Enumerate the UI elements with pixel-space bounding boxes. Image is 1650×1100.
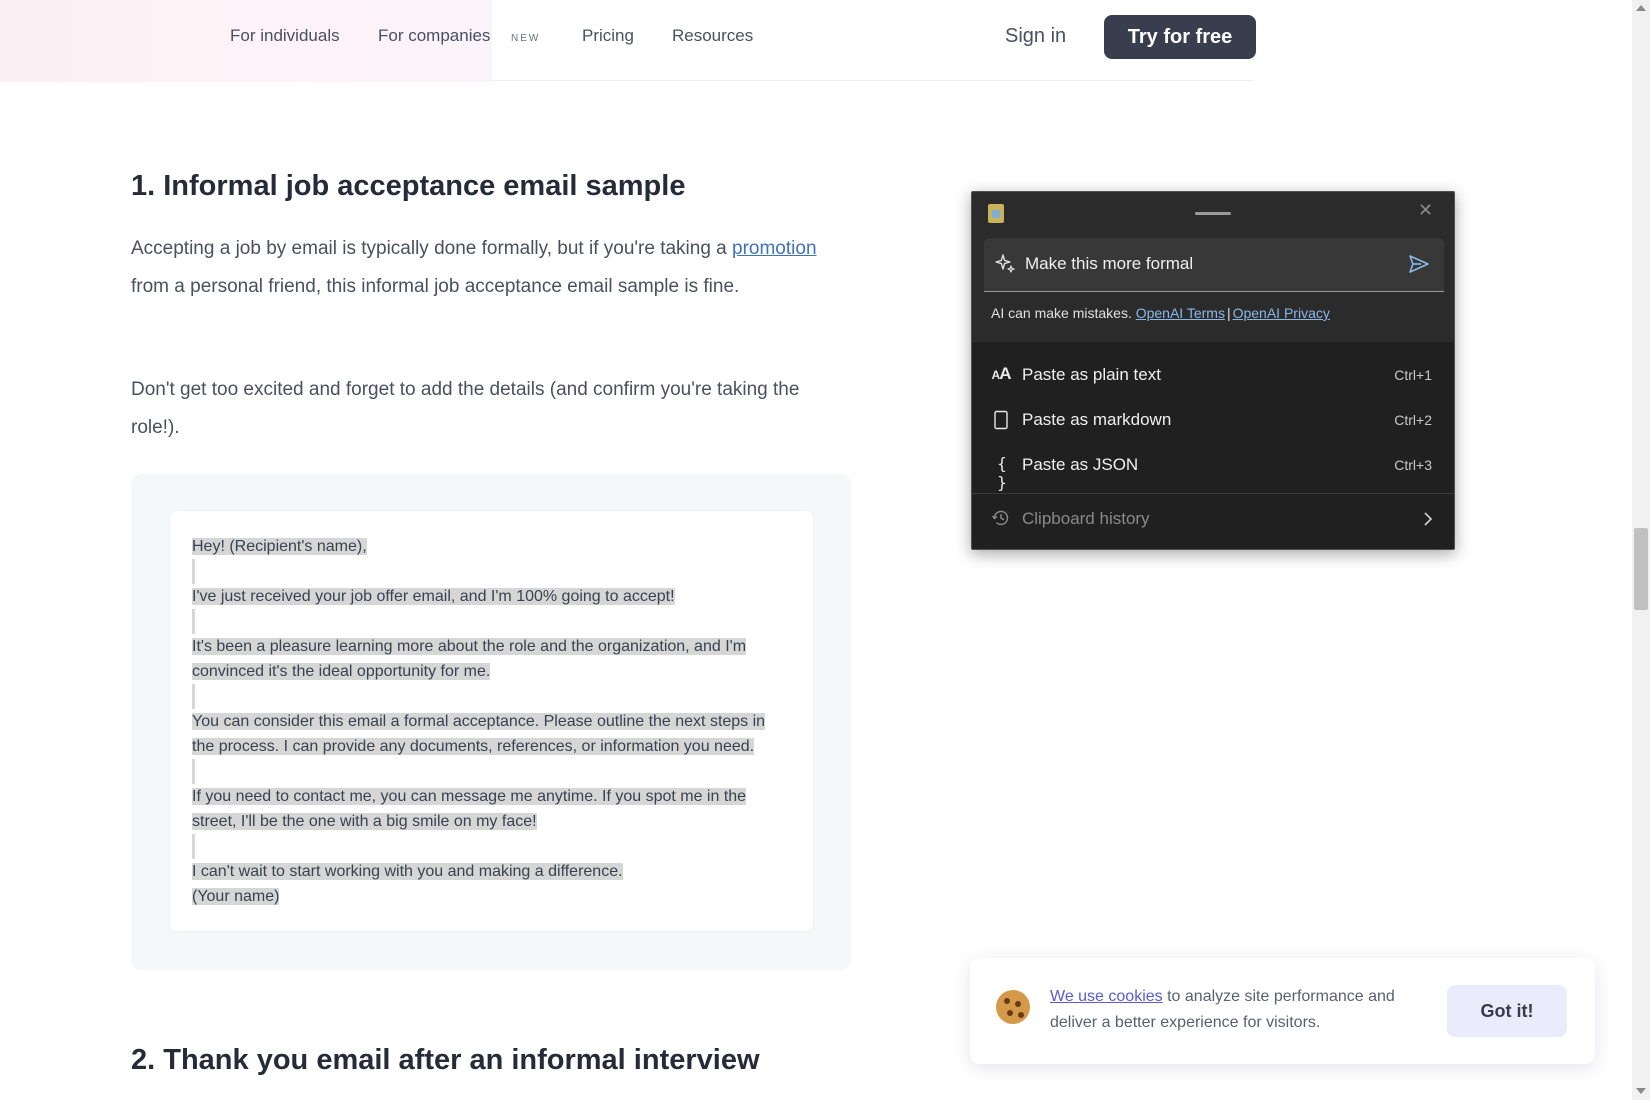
- selection-marker: [192, 684, 195, 709]
- email-sample-line: If you need to contact me, you can messa…: [192, 784, 792, 809]
- email-sample-line: [192, 759, 792, 784]
- link-separator: |: [1226, 305, 1231, 321]
- document-icon: [994, 410, 1008, 430]
- email-sample-line: [192, 559, 792, 584]
- email-sample-text[interactable]: Hey! (Recipient's name), I've just receiv…: [192, 534, 792, 909]
- menu-item-shortcut: Ctrl+3: [1394, 457, 1432, 473]
- try-for-free-button[interactable]: Try for free: [1104, 15, 1256, 59]
- ai-disclaimer: AI can make mistakes. OpenAI Terms | OpenA…: [991, 305, 1330, 321]
- openai-terms-link[interactable]: OpenAI Terms: [1136, 305, 1225, 321]
- new-badge: NEW: [511, 33, 541, 44]
- menu-item-label: Paste as markdown: [1022, 410, 1172, 429]
- email-sample-line: street, I'll be the one with a big smile…: [192, 809, 792, 834]
- font-size-icon: AA: [991, 364, 1012, 383]
- braces-icon: { }: [997, 454, 1007, 492]
- clipboard-history-button[interactable]: Clipboard history: [1022, 509, 1150, 529]
- email-sample-line: convinced it's the ideal opportunity for…: [192, 659, 792, 684]
- chevron-right-icon[interactable]: [1421, 508, 1435, 530]
- scroll-up-icon[interactable]: [1636, 5, 1646, 11]
- nav-link-companies[interactable]: For companies: [378, 26, 490, 46]
- selected-text: the process. I can provide any documents…: [192, 738, 755, 755]
- selected-text: You can consider this email a formal acc…: [192, 713, 766, 730]
- email-sample-line: It's been a pleasure learning more about…: [192, 634, 792, 659]
- scroll-down-icon[interactable]: [1636, 1088, 1646, 1094]
- intro-paragraph: Accepting a job by email is typically do…: [131, 230, 851, 306]
- nav-link-pricing[interactable]: Pricing: [582, 26, 634, 46]
- email-sample-line: Hey! (Recipient's name),: [192, 534, 792, 559]
- openai-privacy-link[interactable]: OpenAI Privacy: [1233, 305, 1330, 321]
- top-navbar: For individuals For companies NEW Pricin…: [0, 0, 1632, 82]
- selected-text: convinced it's the ideal opportunity for…: [192, 663, 491, 680]
- paste-options-list: AA Paste as plain text Ctrl+1 Paste as m…: [972, 342, 1454, 549]
- email-sample-line: (Your name): [192, 884, 792, 909]
- menu-item-shortcut: Ctrl+2: [1394, 412, 1432, 428]
- ai-prompt-input[interactable]: Make this more formal: [984, 238, 1444, 292]
- nav-link-individuals[interactable]: For individuals: [230, 26, 340, 46]
- intro-text-start: Accepting a job by email is typically do…: [131, 238, 733, 259]
- sparkle-icon: [995, 254, 1015, 273]
- nav-divider: [492, 80, 1254, 81]
- selection-marker: [192, 609, 195, 634]
- nav-link-resources[interactable]: Resources: [672, 26, 753, 46]
- selection-marker: [192, 759, 195, 784]
- intro-text-end: from a personal friend, this informal jo…: [131, 276, 740, 297]
- selected-text: I've just received your job offer email,…: [192, 588, 675, 605]
- promotion-link[interactable]: promotion: [732, 238, 817, 259]
- menu-item-shortcut: Ctrl+1: [1394, 367, 1432, 383]
- email-sample-line: [192, 609, 792, 634]
- scrollbar-thumb[interactable]: [1634, 528, 1648, 610]
- selected-text: (Your name): [192, 888, 280, 905]
- app-icon: [988, 204, 1004, 223]
- details-paragraph: Don't get too excited and forget to add …: [131, 379, 800, 438]
- section-heading-2: 2. Thank you email after an informal int…: [131, 1044, 760, 1076]
- popup-header: ✕ Make this more formal AI can make mist…: [972, 192, 1454, 342]
- selected-text: It's been a pleasure learning more about…: [192, 638, 747, 655]
- sign-in-link[interactable]: Sign in: [1005, 25, 1066, 48]
- email-sample-line: the process. I can provide any documents…: [192, 734, 792, 759]
- cookie-policy-link[interactable]: We use cookies: [1050, 988, 1163, 1005]
- email-sample-line: I've just received your job offer email,…: [192, 584, 792, 609]
- send-icon[interactable]: [1408, 253, 1430, 275]
- menu-item-label: Paste as JSON: [1022, 455, 1139, 474]
- selected-text: Hey! (Recipient's name),: [192, 538, 367, 555]
- email-sample-line: You can consider this email a formal acc…: [192, 709, 792, 734]
- drag-handle[interactable]: [1195, 212, 1231, 215]
- selection-marker: [192, 559, 195, 584]
- menu-item-paste-markdown[interactable]: Paste as markdown Ctrl+2: [972, 398, 1454, 442]
- selected-text: I can't wait to start working with you a…: [192, 863, 623, 880]
- cookie-message: We use cookies to analyze site performan…: [1050, 984, 1420, 1036]
- close-icon[interactable]: ✕: [1418, 200, 1433, 221]
- disclaimer-text: AI can make mistakes.: [991, 305, 1132, 321]
- selected-text: If you need to contact me, you can messa…: [192, 788, 747, 805]
- history-icon: [991, 510, 1009, 526]
- selected-text: street, I'll be the one with a big smile…: [192, 813, 537, 830]
- section-heading-1: 1. Informal job acceptance email sample: [131, 170, 686, 202]
- email-sample-line: [192, 684, 792, 709]
- ai-paste-popup: ✕ Make this more formal AI can make mist…: [971, 191, 1455, 550]
- menu-divider: [972, 493, 1454, 494]
- prompt-text: Make this more formal: [1025, 254, 1194, 273]
- menu-item-paste-plain[interactable]: AA Paste as plain text Ctrl+1: [972, 353, 1454, 397]
- email-sample-line: I can't wait to start working with you a…: [192, 859, 792, 884]
- menu-item-label: Paste as plain text: [1022, 365, 1161, 384]
- page: For individuals For companies NEW Pricin…: [0, 0, 1650, 1100]
- cookie-icon: [996, 990, 1030, 1024]
- accept-cookies-button[interactable]: Got it!: [1447, 985, 1567, 1037]
- selection-marker: [192, 834, 195, 859]
- cookie-banner: We use cookies to analyze site performan…: [970, 958, 1595, 1064]
- email-sample-line: [192, 834, 792, 859]
- menu-item-paste-json[interactable]: { } Paste as JSON Ctrl+3: [972, 443, 1454, 492]
